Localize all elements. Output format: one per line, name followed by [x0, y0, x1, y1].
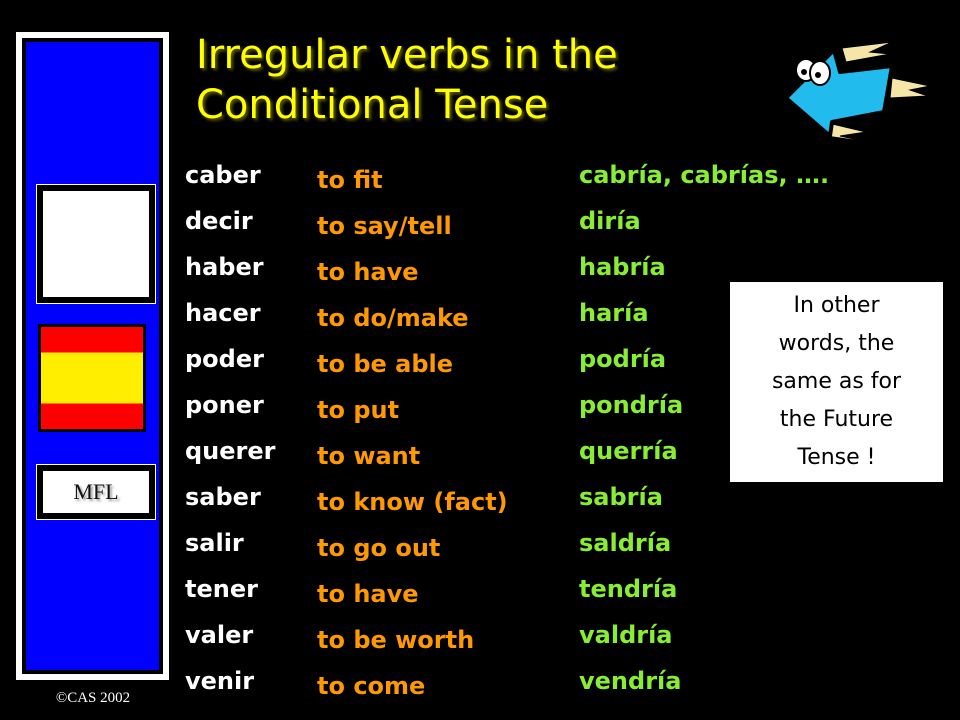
arrow-pupil-left: [801, 69, 807, 75]
verb-infinitive: caber: [185, 161, 261, 189]
verb-infinitive: poner: [185, 391, 264, 419]
verb-infinitive: haber: [185, 253, 264, 281]
verb-conditional: sabría: [579, 483, 663, 511]
spain-flag-icon: [38, 324, 146, 432]
note-line: the Future: [779, 407, 894, 432]
verb-infinitive: salir: [185, 529, 244, 557]
meaning-column: to fit to say/tell to have to do/make to be …: [317, 165, 508, 717]
verb-infinitive: venir: [185, 667, 255, 695]
verb-infinitive: hacer: [185, 299, 261, 327]
verb-infinitive: valer: [185, 621, 254, 649]
verb-meaning: to put: [317, 396, 400, 424]
slide-title: Irregular verbs in the Conditional Tense: [196, 30, 618, 130]
sidebar-blue-strip: MFL: [26, 42, 159, 670]
speed-streak-top: [841, 41, 893, 63]
note-line: words, the: [778, 331, 895, 356]
spain-flag-stripes: [41, 327, 143, 429]
copyright-text: ©CAS 2002: [55, 690, 131, 706]
verb-meaning: to go out: [317, 534, 441, 562]
verb-meaning: to fit: [317, 166, 383, 194]
verb-conditional: diría: [579, 207, 641, 235]
blank-picture-frame: [36, 184, 156, 304]
sidebar-panel: MFL: [16, 32, 169, 680]
note-box: In other words, the same as for the Future T…: [730, 282, 943, 482]
verb-conditional: vendría: [579, 667, 682, 695]
verb-conditional: valdría: [579, 621, 673, 649]
note-line: In other: [793, 293, 880, 318]
infinitive-column: caber decir haber hacer poder poner querer sabe…: [185, 160, 276, 712]
verb-meaning: to do/make: [317, 304, 469, 332]
verb-conditional: cabría, cabrías, ….: [579, 161, 830, 189]
verb-meaning: to have: [317, 580, 419, 608]
verb-meaning: to want: [317, 442, 421, 470]
verb-meaning: to say/tell: [317, 212, 452, 240]
arrow-pupil-right: [815, 72, 821, 78]
verb-infinitive: querer: [185, 437, 276, 465]
slide-title-line-1: Irregular verbs in the: [196, 32, 618, 78]
blank-picture-fill: [43, 191, 149, 297]
mfl-badge-label: MFL: [43, 471, 149, 513]
verb-infinitive: decir: [185, 207, 253, 235]
verb-meaning: to have: [317, 258, 419, 286]
mfl-badge: MFL: [36, 464, 156, 520]
flying-arrow-icon: [784, 41, 931, 140]
verb-meaning: to be able: [317, 350, 454, 378]
verb-meaning: to be worth: [317, 626, 475, 654]
note-line: same as for: [771, 369, 902, 394]
verb-conditional: saldría: [579, 529, 672, 557]
note-line: Tense !: [797, 445, 876, 470]
speed-streak-middle: [889, 77, 931, 99]
verb-infinitive: poder: [185, 345, 264, 373]
slide-title-line-2: Conditional Tense: [196, 82, 549, 128]
verb-conditional: tendría: [579, 575, 678, 603]
sidebar-inner-border: MFL: [22, 38, 163, 674]
verb-meaning: to come: [317, 672, 426, 700]
verb-infinitive: tener: [185, 575, 258, 603]
verb-meaning: to know (fact): [317, 488, 508, 516]
verb-infinitive: saber: [185, 483, 261, 511]
